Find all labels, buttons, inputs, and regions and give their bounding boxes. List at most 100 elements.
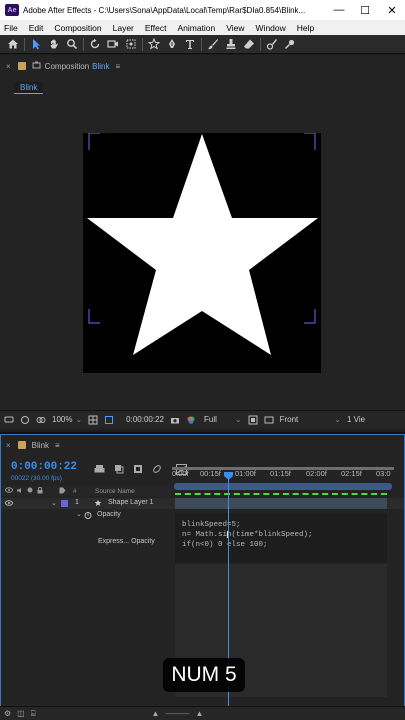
channel-icon[interactable] xyxy=(186,415,196,425)
zoom-slider[interactable]: ——— xyxy=(165,709,189,718)
3d-view-icon[interactable] xyxy=(264,415,274,425)
selection-tool-icon[interactable] xyxy=(27,36,45,53)
view-value: Front xyxy=(279,415,299,424)
shape-tool-icon[interactable] xyxy=(145,36,163,53)
frame-rate-label: 00022 (30.00 fps) xyxy=(11,475,62,482)
composition-viewer[interactable] xyxy=(83,133,321,373)
in-out-toggle-icon[interactable]: ⌸ xyxy=(31,709,36,719)
ruler-label: 02:15f xyxy=(341,469,362,478)
zoom-dropdown[interactable]: 100% ⌄ xyxy=(52,415,82,424)
mask-icon[interactable] xyxy=(20,415,30,425)
minimize-button[interactable]: — xyxy=(326,0,352,20)
menu-effect[interactable]: Effect xyxy=(145,23,167,33)
toolbar-divider xyxy=(260,37,261,51)
toolbar-divider xyxy=(201,37,202,51)
snapshot-icon[interactable] xyxy=(170,415,180,425)
pan-behind-tool-icon[interactable] xyxy=(122,36,140,53)
panel-lock-icon[interactable] xyxy=(17,441,26,449)
draft-3d-icon[interactable] xyxy=(109,464,128,478)
star-shape xyxy=(87,133,318,355)
source-name-column[interactable]: Source Name xyxy=(95,488,135,495)
zoom-out-icon[interactable]: ▲ xyxy=(152,709,160,718)
label-tag-icon xyxy=(59,487,66,496)
region-of-interest-icon[interactable] xyxy=(104,415,114,425)
frame-blending-icon[interactable] xyxy=(128,464,147,478)
ruler-label: 02:00f xyxy=(306,469,327,478)
menu-layer[interactable]: Layer xyxy=(113,23,134,33)
audio-icon xyxy=(16,487,23,496)
brush-tool-icon[interactable] xyxy=(204,36,222,53)
expression-label: Express... Opacity xyxy=(98,538,155,545)
ruler-label: 0:00f xyxy=(172,469,189,478)
resolution-dropdown[interactable]: Full ⌄ xyxy=(204,415,242,424)
expression-code[interactable]: blinkSpeed=5; n= Math.sin(time*blinkSpeed… xyxy=(182,520,313,550)
zoom-in-icon[interactable]: ▲ xyxy=(195,709,203,718)
menu-help[interactable]: Help xyxy=(297,23,314,33)
rotate-tool-icon[interactable] xyxy=(86,36,104,53)
chevron-down-icon[interactable]: ⌄ xyxy=(51,499,57,507)
menu-file[interactable]: File xyxy=(4,23,18,33)
zoom-tool-icon[interactable] xyxy=(63,36,81,53)
solo-icon xyxy=(27,487,33,495)
chevron-down-icon[interactable]: ⌄ xyxy=(76,510,82,518)
close-button[interactable]: ✕ xyxy=(379,0,405,20)
maximize-button[interactable]: ☐ xyxy=(352,0,378,20)
video-visibility-icon[interactable] xyxy=(5,500,13,508)
pen-tool-icon[interactable] xyxy=(163,36,181,53)
menu-window[interactable]: Window xyxy=(256,23,286,33)
composition-breadcrumb[interactable]: Blink xyxy=(14,82,44,94)
close-panel-icon[interactable]: × xyxy=(6,62,11,71)
panel-lock-icon[interactable] xyxy=(17,62,26,70)
close-panel-icon[interactable]: × xyxy=(6,441,11,450)
menu-view[interactable]: View xyxy=(226,23,244,33)
timeline-timecode[interactable]: 0:00:00:22 xyxy=(11,461,77,473)
layer-label-color[interactable] xyxy=(61,500,68,507)
expression-line: if(n<0) 0 else 100; xyxy=(182,541,268,549)
mask-visibility-icon[interactable] xyxy=(36,415,46,425)
layer-duration-bar[interactable] xyxy=(175,498,387,509)
stopwatch-icon[interactable] xyxy=(84,511,92,521)
panel-menu-icon[interactable]: ≡ xyxy=(115,62,120,71)
transparency-grid-icon[interactable] xyxy=(248,415,258,425)
menu-composition[interactable]: Composition xyxy=(54,23,101,33)
grid-icon[interactable] xyxy=(88,415,98,425)
menu-edit[interactable]: Edit xyxy=(29,23,44,33)
composition-flowchart-icon[interactable] xyxy=(90,464,109,478)
view-layout-dropdown[interactable]: 1 Vie xyxy=(347,415,365,424)
puppet-pin-icon[interactable] xyxy=(281,36,299,53)
composition-tab[interactable]: × Composition Blink ≡ xyxy=(0,55,405,77)
modes-toggle-icon[interactable]: ◫ xyxy=(17,709,25,718)
magnet-icon[interactable] xyxy=(4,415,14,425)
viewer-timecode[interactable]: 0:00:00:22 xyxy=(126,415,164,424)
eraser-tool-icon[interactable] xyxy=(240,36,258,53)
layer-name[interactable]: Shape Layer 1 xyxy=(108,499,154,506)
home-icon[interactable] xyxy=(4,36,22,53)
ruler-label: 03:0 xyxy=(376,469,391,478)
work-area-bar[interactable] xyxy=(174,483,392,490)
toolbar-divider xyxy=(83,37,84,51)
timeline-bottom-bar: ⚙ ◫ ⌸ ▲ ——— ▲ xyxy=(0,706,405,720)
ruler-label: 00:15f xyxy=(200,469,221,478)
view-dropdown[interactable]: Front ⌄ xyxy=(280,415,341,424)
chevron-down-icon: ⌄ xyxy=(234,415,242,424)
timeline-tab[interactable]: × Blink ≡ xyxy=(0,434,60,456)
text-tool-icon[interactable] xyxy=(181,36,199,53)
layer-switches-icon[interactable]: ⚙ xyxy=(4,709,11,718)
composition-tab-name: Blink xyxy=(92,61,110,71)
chevron-down-icon: ⌄ xyxy=(75,415,83,424)
ruler-label: 01:15f xyxy=(270,469,291,478)
expression-line: blinkSpeed=5; xyxy=(182,521,241,529)
panel-menu-icon[interactable]: ≡ xyxy=(55,441,60,450)
ruler-label: 01:00f xyxy=(235,469,256,478)
lock-column-icon xyxy=(37,486,43,496)
hand-tool-icon[interactable] xyxy=(45,36,63,53)
expression-line: n= Math.sin(time*blinkSpeed); xyxy=(182,531,313,539)
property-name: Opacity xyxy=(97,511,121,518)
timeline-tab-name: Blink xyxy=(31,440,50,450)
clone-stamp-tool-icon[interactable] xyxy=(222,36,240,53)
menu-animation[interactable]: Animation xyxy=(177,23,215,33)
video-visibility-icon xyxy=(5,487,13,495)
camera-tool-icon[interactable] xyxy=(104,36,122,53)
roto-brush-icon[interactable] xyxy=(263,36,281,53)
motion-blur-icon[interactable] xyxy=(147,464,166,478)
